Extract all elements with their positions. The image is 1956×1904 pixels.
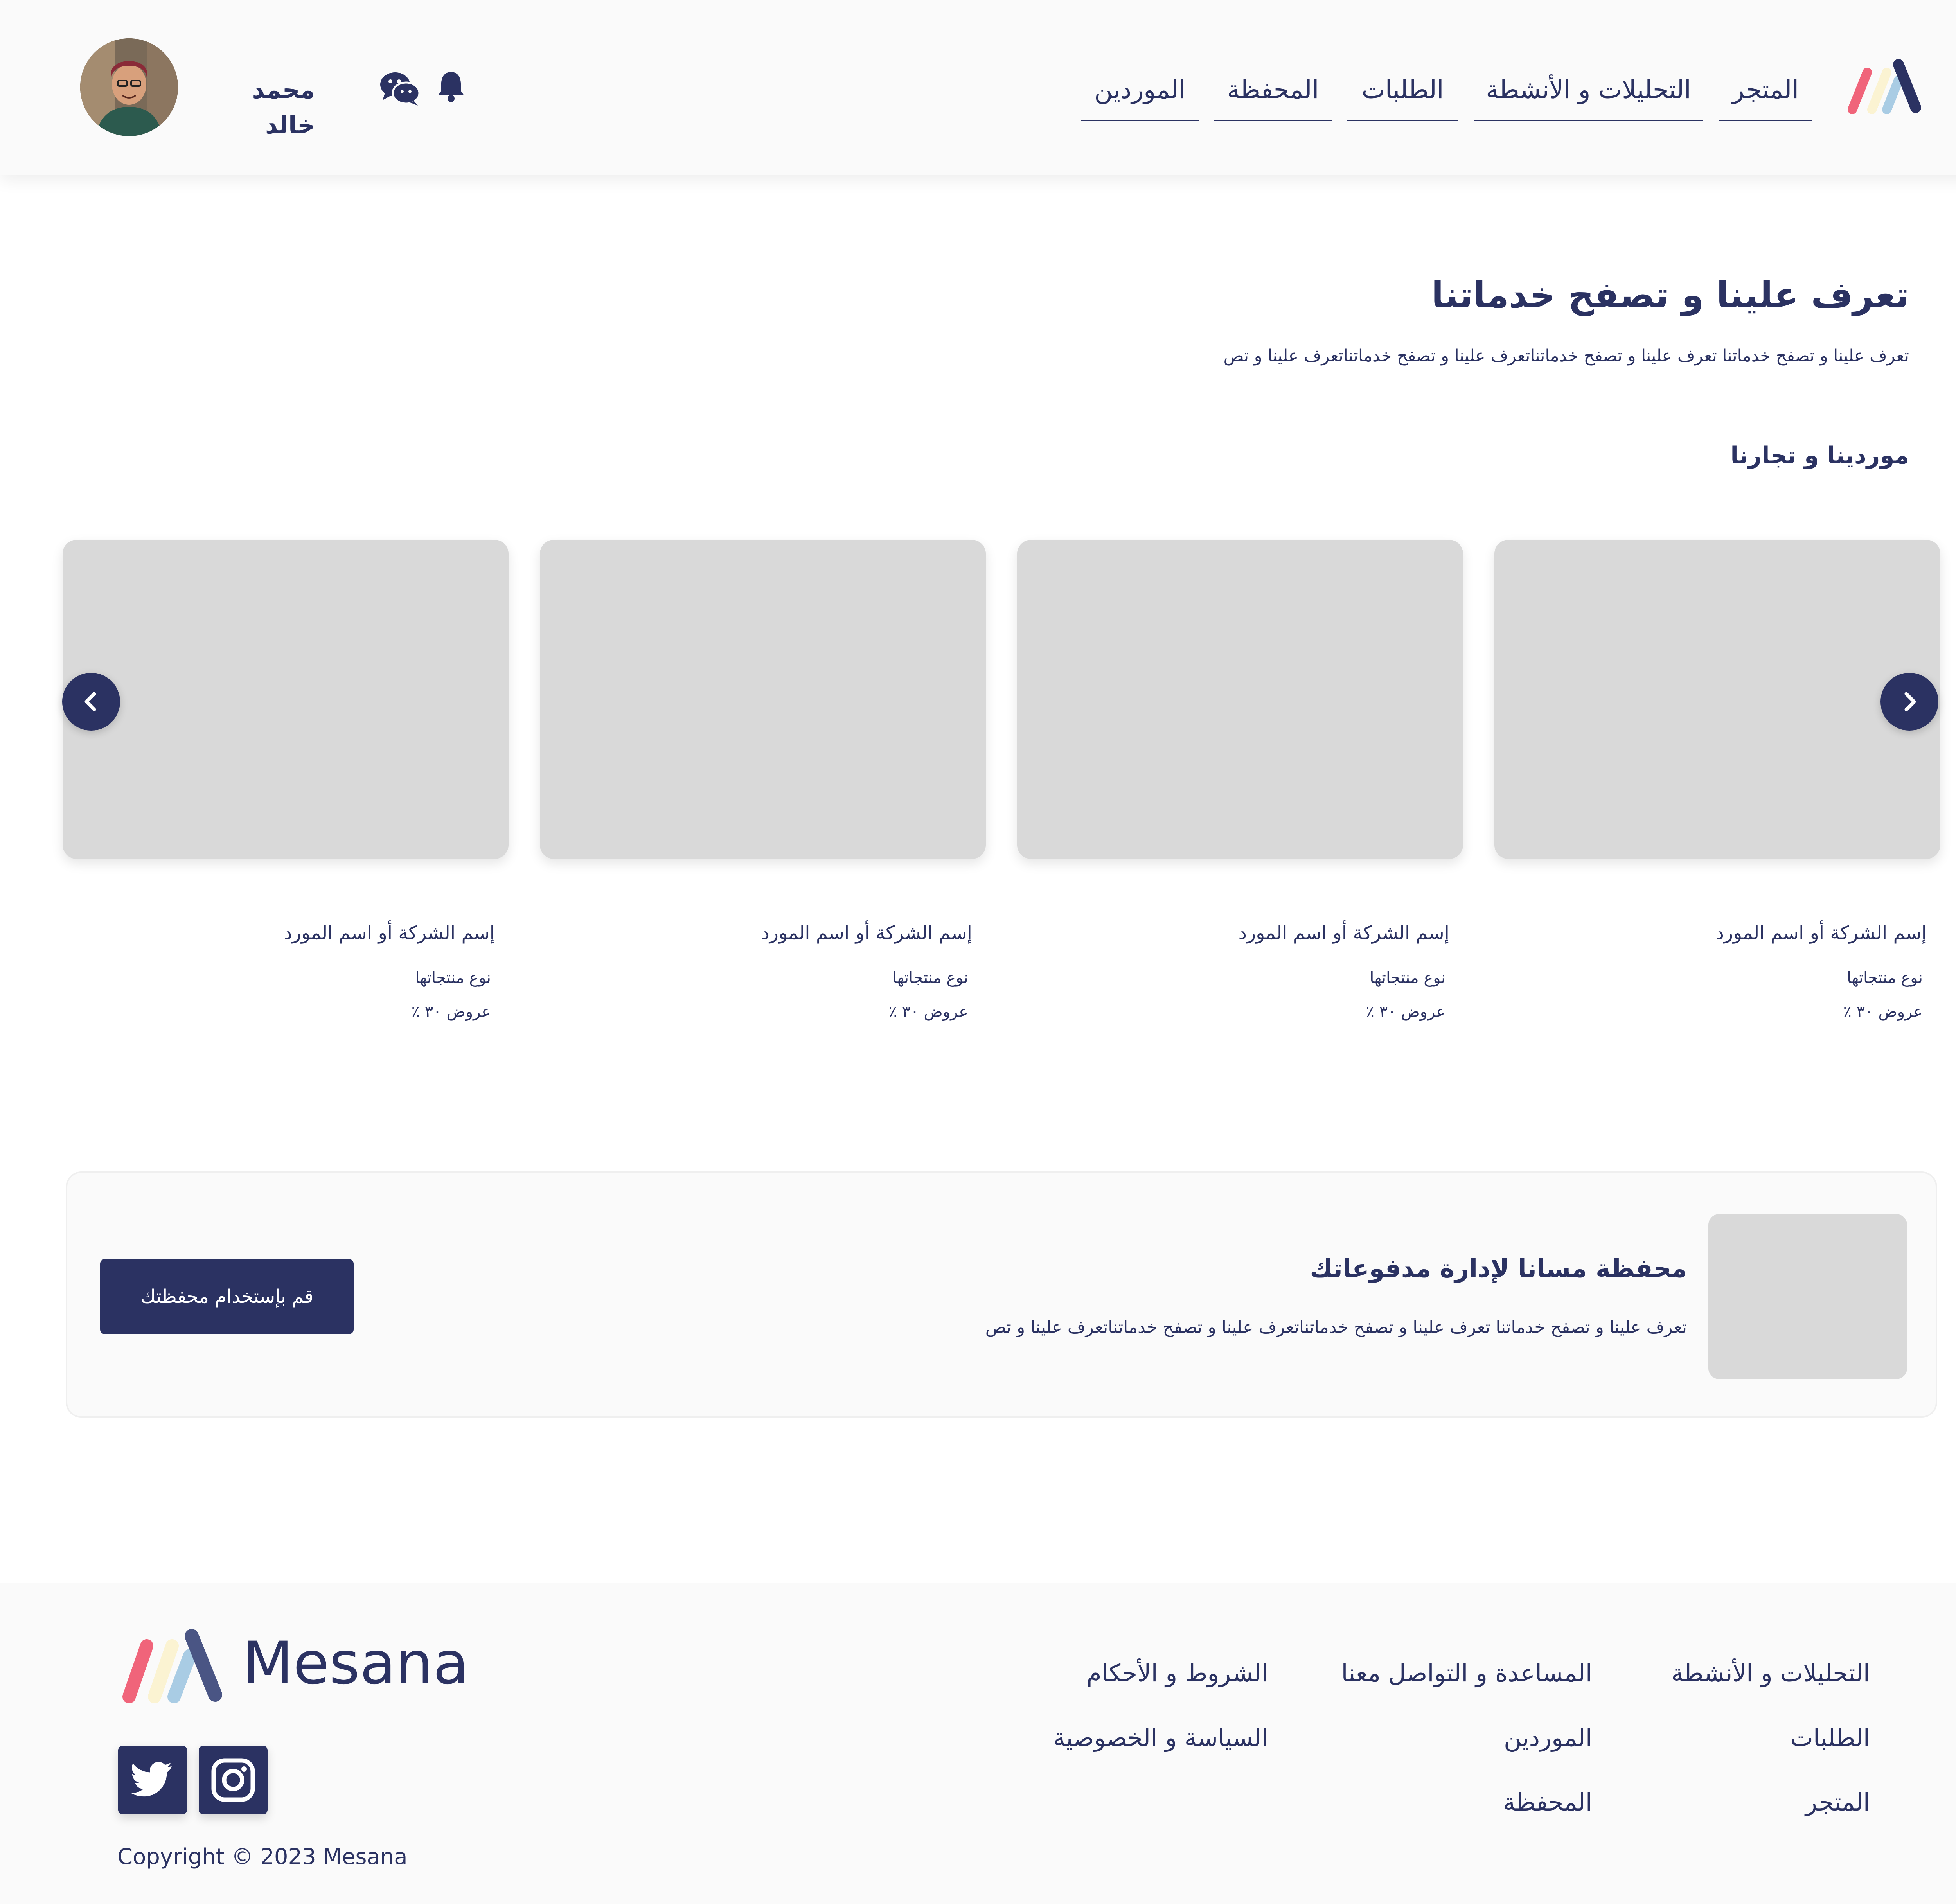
supplier-card[interactable]: إسم الشركة أو اسم المورد نوع منتجاتها عر… <box>540 540 986 1048</box>
wechat-icon[interactable] <box>379 70 421 106</box>
supplier-name: إسم الشركة أو اسم المورد <box>1238 922 1449 944</box>
user-name[interactable]: محمد خالد <box>198 72 315 139</box>
supplier-card[interactable]: إسم الشركة أو اسم المورد نوع منتجاتها عر… <box>1017 540 1463 1048</box>
footer-link-help-contact[interactable]: المساعدة و التواصل معنا <box>1240 1654 1592 1693</box>
brand-name: Mesana <box>243 1629 469 1697</box>
supplier-product-type: نوع منتجاتها <box>1847 969 1923 987</box>
twitter-button[interactable] <box>118 1746 187 1814</box>
chevron-right-icon <box>1904 692 1916 711</box>
supplier-image-placeholder <box>63 540 509 859</box>
footer-link-suppliers[interactable]: الموردين <box>1240 1718 1592 1757</box>
footer-link-terms[interactable]: الشروط و الأحكام <box>916 1654 1268 1693</box>
carousel-next-button[interactable] <box>1880 673 1938 731</box>
hero-title: تعرف علينا و تصفح خدماتنا <box>1431 274 1909 316</box>
copyright-text: Copyright © 2023 Mesana <box>117 1844 408 1870</box>
supplier-image-placeholder <box>1017 540 1463 859</box>
supplier-card[interactable]: إسم الشركة أو اسم المورد نوع منتجاتها عر… <box>63 540 509 1048</box>
supplier-product-type: نوع منتجاتها <box>892 969 968 987</box>
supplier-name: إسم الشركة أو اسم المورد <box>761 922 972 944</box>
supplier-offer: عروض ٣٠ ٪ <box>888 1003 969 1021</box>
nav-analytics[interactable]: التحليلات و الأنشطة <box>1474 68 1703 121</box>
twitter-icon <box>130 1762 172 1797</box>
nav-suppliers[interactable]: الموردين <box>1081 68 1199 121</box>
supplier-name: إسم الشركة أو اسم المورد <box>1715 922 1927 944</box>
wallet-image-placeholder <box>1708 1214 1907 1379</box>
supplier-offer: عروض ٣٠ ٪ <box>1366 1003 1446 1021</box>
mesana-logo-icon[interactable] <box>117 1622 227 1705</box>
bell-icon[interactable] <box>437 70 465 102</box>
footer-link-privacy[interactable]: السياسة و الخصوصية <box>916 1718 1268 1757</box>
nav-store[interactable]: المتجر <box>1719 68 1812 121</box>
supplier-image-placeholder <box>1494 540 1940 859</box>
supplier-image-placeholder <box>540 540 986 859</box>
hero-subtitle: تعرف علينا و تصفح خدماتنا تعرف علينا و ت… <box>1223 346 1909 366</box>
instagram-icon <box>211 1758 255 1802</box>
top-navbar: المتجر التحليلات و الأنشطة الطلبات المحف… <box>0 0 1956 175</box>
nav-orders[interactable]: الطلبات <box>1347 68 1458 121</box>
supplier-product-type: نوع منتجاتها <box>415 969 491 987</box>
nav-wallet[interactable]: المحفظة <box>1214 68 1332 121</box>
supplier-offer: عروض ٣٠ ٪ <box>411 1003 491 1021</box>
chevron-left-icon <box>84 692 96 711</box>
user-avatar-photo <box>80 38 178 136</box>
wallet-title: محفظة مسانا لإدارة مدفوعاتك <box>1310 1254 1687 1283</box>
supplier-product-type: نوع منتجاتها <box>1370 969 1445 987</box>
user-avatar[interactable] <box>80 38 178 136</box>
wallet-description: تعرف علينا و تصفح خدماتنا تعرف علينا و ت… <box>985 1317 1687 1337</box>
wallet-promo-banner: محفظة مسانا لإدارة مدفوعاتك تعرف علينا و… <box>66 1171 1937 1418</box>
instagram-button[interactable] <box>199 1746 268 1814</box>
supplier-offer: عروض ٣٠ ٪ <box>1843 1003 1923 1021</box>
suppliers-section-title: موردينا و تجارنا <box>1730 442 1909 469</box>
supplier-name: إسم الشركة أو اسم المورد <box>284 922 495 944</box>
use-wallet-button[interactable]: قم بإستخدام محفظتك <box>100 1259 354 1334</box>
carousel-prev-button[interactable] <box>62 673 120 731</box>
supplier-card[interactable]: إسم الشركة أو اسم المورد نوع منتجاتها عر… <box>1494 540 1940 1048</box>
footer-link-wallet[interactable]: المحفظة <box>1240 1783 1592 1822</box>
footer: Mesana Copyright © 2023 Mesana التحليلات… <box>0 1583 1956 1904</box>
